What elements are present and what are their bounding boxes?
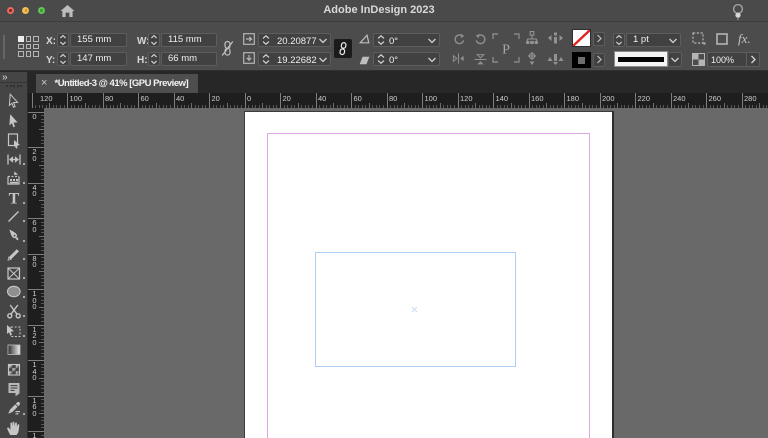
svg-text:P: P: [502, 43, 510, 58]
svg-text:T: T: [9, 191, 20, 207]
